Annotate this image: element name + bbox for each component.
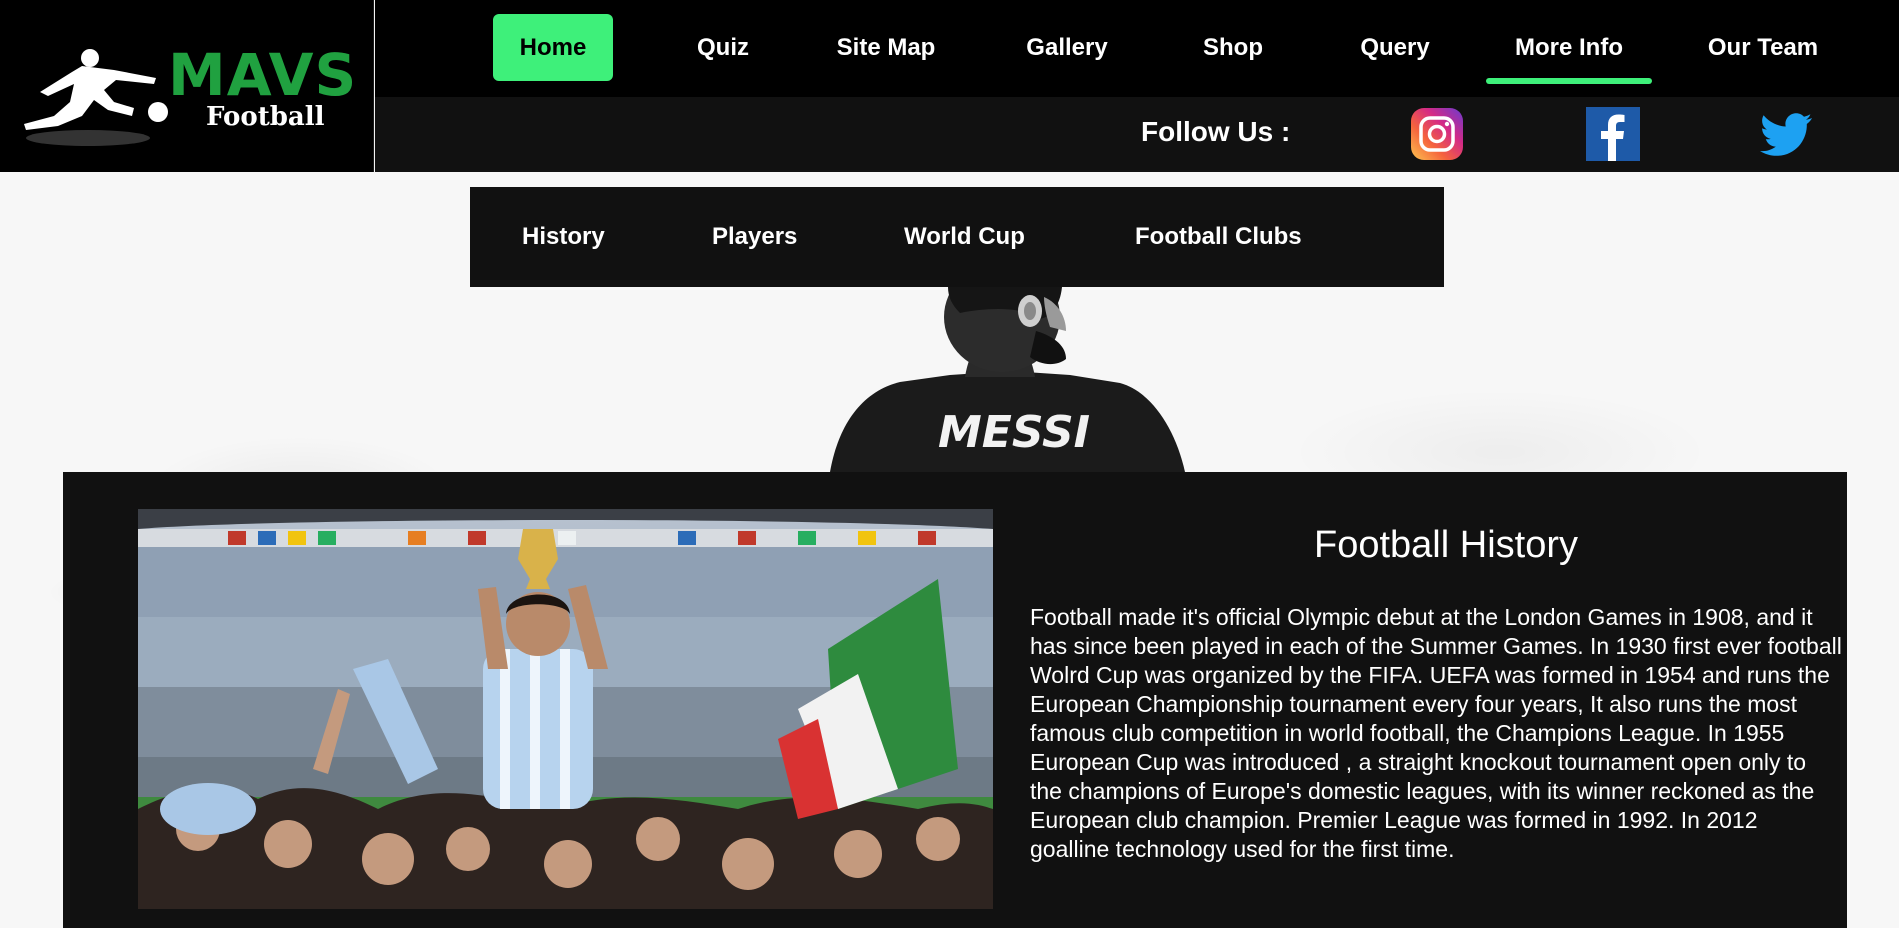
history-photo: [138, 509, 993, 909]
site-logo[interactable]: MAVS Football: [0, 0, 374, 172]
subnav-players[interactable]: Players: [712, 187, 797, 287]
history-body: Football made it's official Olympic debu…: [1030, 604, 1842, 862]
logo-subtitle: Football: [206, 102, 325, 132]
hero-player-image: MESSI: [830, 287, 1185, 472]
logo-title: MAVS: [168, 41, 358, 109]
subnav-world-cup[interactable]: World Cup: [904, 187, 1025, 287]
nav-quiz[interactable]: Quiz: [663, 14, 783, 81]
instagram-icon[interactable]: [1410, 107, 1464, 161]
nav-more-info[interactable]: More Info: [1486, 14, 1652, 84]
twitter-icon[interactable]: [1760, 107, 1814, 161]
sub-navigation: History Players World Cup Football Clubs: [470, 187, 1444, 287]
jersey-text: MESSI: [938, 407, 1090, 458]
nav-query[interactable]: Query: [1333, 14, 1457, 81]
nav-shop[interactable]: Shop: [1175, 14, 1291, 81]
history-panel: Football History Football made it's offi…: [63, 472, 1847, 928]
nav-site-map[interactable]: Site Map: [811, 14, 961, 81]
subnav-football-clubs[interactable]: Football Clubs: [1135, 187, 1302, 287]
follow-us-label: Follow Us :: [1141, 116, 1291, 147]
subnav-history[interactable]: History: [522, 187, 605, 287]
nav-our-team[interactable]: Our Team: [1687, 14, 1839, 81]
follow-bar: Follow Us :: [375, 97, 1899, 172]
facebook-icon[interactable]: [1586, 107, 1640, 161]
nav-more-info-label: More Info: [1515, 34, 1623, 61]
active-underline: [1486, 78, 1652, 84]
nav-gallery[interactable]: Gallery: [997, 14, 1137, 81]
top-navigation: Home Quiz Site Map Gallery Shop Query Mo…: [375, 0, 1899, 97]
history-title: Football History: [1314, 524, 1578, 566]
world-cup-celebration-image: [138, 509, 993, 909]
footballer-icon: [24, 49, 168, 146]
nav-home[interactable]: Home: [493, 14, 613, 81]
